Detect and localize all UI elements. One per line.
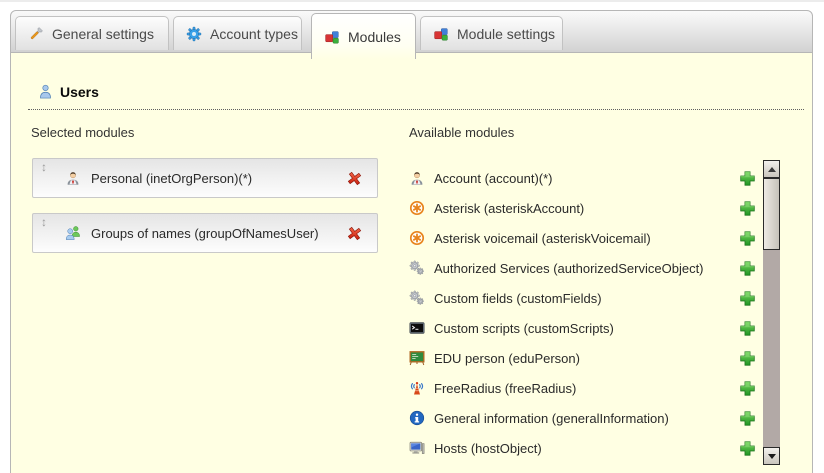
selected-module-item[interactable]: ↕ Personal (inetOrgPerson)(*)	[32, 158, 378, 198]
gear-icon	[186, 26, 202, 42]
available-module-item: Custom scripts (customScripts)	[409, 313, 756, 343]
tab-label: Modules	[348, 29, 401, 45]
drag-handle-icon[interactable]: ↕	[41, 216, 47, 229]
available-module-item: Custom fields (customFields)	[409, 283, 756, 313]
section-divider	[28, 109, 804, 110]
antenna-icon	[409, 380, 425, 396]
add-module-button[interactable]	[739, 230, 756, 247]
add-module-button[interactable]	[739, 440, 756, 457]
available-module-item: General information (generalInformation)	[409, 403, 756, 433]
section-title: Users	[60, 84, 99, 100]
chalkboard-icon	[409, 350, 425, 366]
available-module-label: Asterisk (asteriskAccount)	[434, 201, 739, 216]
available-module-item: Authorized Services (authorizedServiceOb…	[409, 253, 756, 283]
group-icon	[65, 225, 81, 241]
tab-module-settings[interactable]: Module settings	[420, 16, 563, 50]
available-module-label: Account (account)(*)	[434, 171, 739, 186]
triangle-down-icon	[768, 454, 776, 459]
scroll-down-button[interactable]	[763, 447, 780, 465]
tab-label: Module settings	[457, 26, 555, 42]
add-module-button[interactable]	[739, 380, 756, 397]
add-module-button[interactable]	[739, 170, 756, 187]
available-module-label: FreeRadius (freeRadius)	[434, 381, 739, 396]
person-icon	[65, 170, 81, 186]
monitor-icon	[409, 440, 425, 456]
selected-module-label: Personal (inetOrgPerson)(*)	[91, 171, 346, 186]
terminal-icon	[409, 320, 425, 336]
scrollbar-thumb[interactable]	[763, 178, 780, 250]
available-module-item: Asterisk voicemail (asteriskVoicemail)	[409, 223, 756, 253]
selected-modules-heading: Selected modules	[31, 125, 134, 140]
add-module-button[interactable]	[739, 320, 756, 337]
remove-module-button[interactable]	[346, 170, 363, 187]
available-module-item: FreeRadius (freeRadius)	[409, 373, 756, 403]
section-header-users: Users	[38, 84, 99, 100]
available-modules-scrollbar[interactable]	[763, 160, 780, 465]
add-module-button[interactable]	[739, 290, 756, 307]
asterisk-icon	[409, 230, 425, 246]
info-icon	[409, 410, 425, 426]
modules-tab-panel: Users Selected modules Available modules…	[10, 53, 813, 473]
tab-modules[interactable]: Modules	[311, 13, 416, 59]
tab-bar: General settings Account types Modules Modu…	[10, 10, 813, 53]
selected-module-label: Groups of names (groupOfNamesUser)	[91, 226, 346, 241]
triangle-up-icon	[768, 167, 776, 172]
tab-general-settings[interactable]: General settings	[15, 16, 169, 50]
available-module-label: Custom fields (customFields)	[434, 291, 739, 306]
available-module-label: General information (generalInformation)	[434, 411, 739, 426]
available-module-label: Asterisk voicemail (asteriskVoicemail)	[434, 231, 739, 246]
available-module-label: Custom scripts (customScripts)	[434, 321, 739, 336]
gears-icon	[409, 260, 425, 276]
add-module-button[interactable]	[739, 200, 756, 217]
available-module-item: Account (account)(*)	[409, 163, 756, 193]
gears-icon	[409, 290, 425, 306]
asterisk-icon	[409, 200, 425, 216]
add-module-button[interactable]	[739, 260, 756, 277]
available-module-item: EDU person (eduPerson)	[409, 343, 756, 373]
remove-module-button[interactable]	[346, 225, 363, 242]
available-module-label: Authorized Services (authorizedServiceOb…	[434, 261, 739, 276]
users-icon	[38, 84, 53, 100]
available-module-item: Asterisk (asteriskAccount)	[409, 193, 756, 223]
tab-account-types[interactable]: Account types	[173, 16, 302, 50]
drag-handle-icon[interactable]: ↕	[41, 161, 47, 174]
wrench-icon	[28, 26, 44, 42]
tab-label: General settings	[52, 26, 154, 42]
person-icon	[409, 170, 425, 186]
available-module-label: Hosts (hostObject)	[434, 441, 739, 456]
available-modules-heading: Available modules	[409, 125, 514, 140]
tab-label: Account types	[210, 26, 298, 42]
add-module-button[interactable]	[739, 410, 756, 427]
available-module-item: Hosts (hostObject)	[409, 433, 756, 463]
scroll-up-button[interactable]	[763, 160, 780, 178]
available-module-label: EDU person (eduPerson)	[434, 351, 739, 366]
selected-module-item[interactable]: ↕ Groups of names (groupOfNamesUser)	[32, 213, 378, 253]
modules-icon	[324, 29, 340, 45]
module-settings-icon	[433, 26, 449, 42]
add-module-button[interactable]	[739, 350, 756, 367]
